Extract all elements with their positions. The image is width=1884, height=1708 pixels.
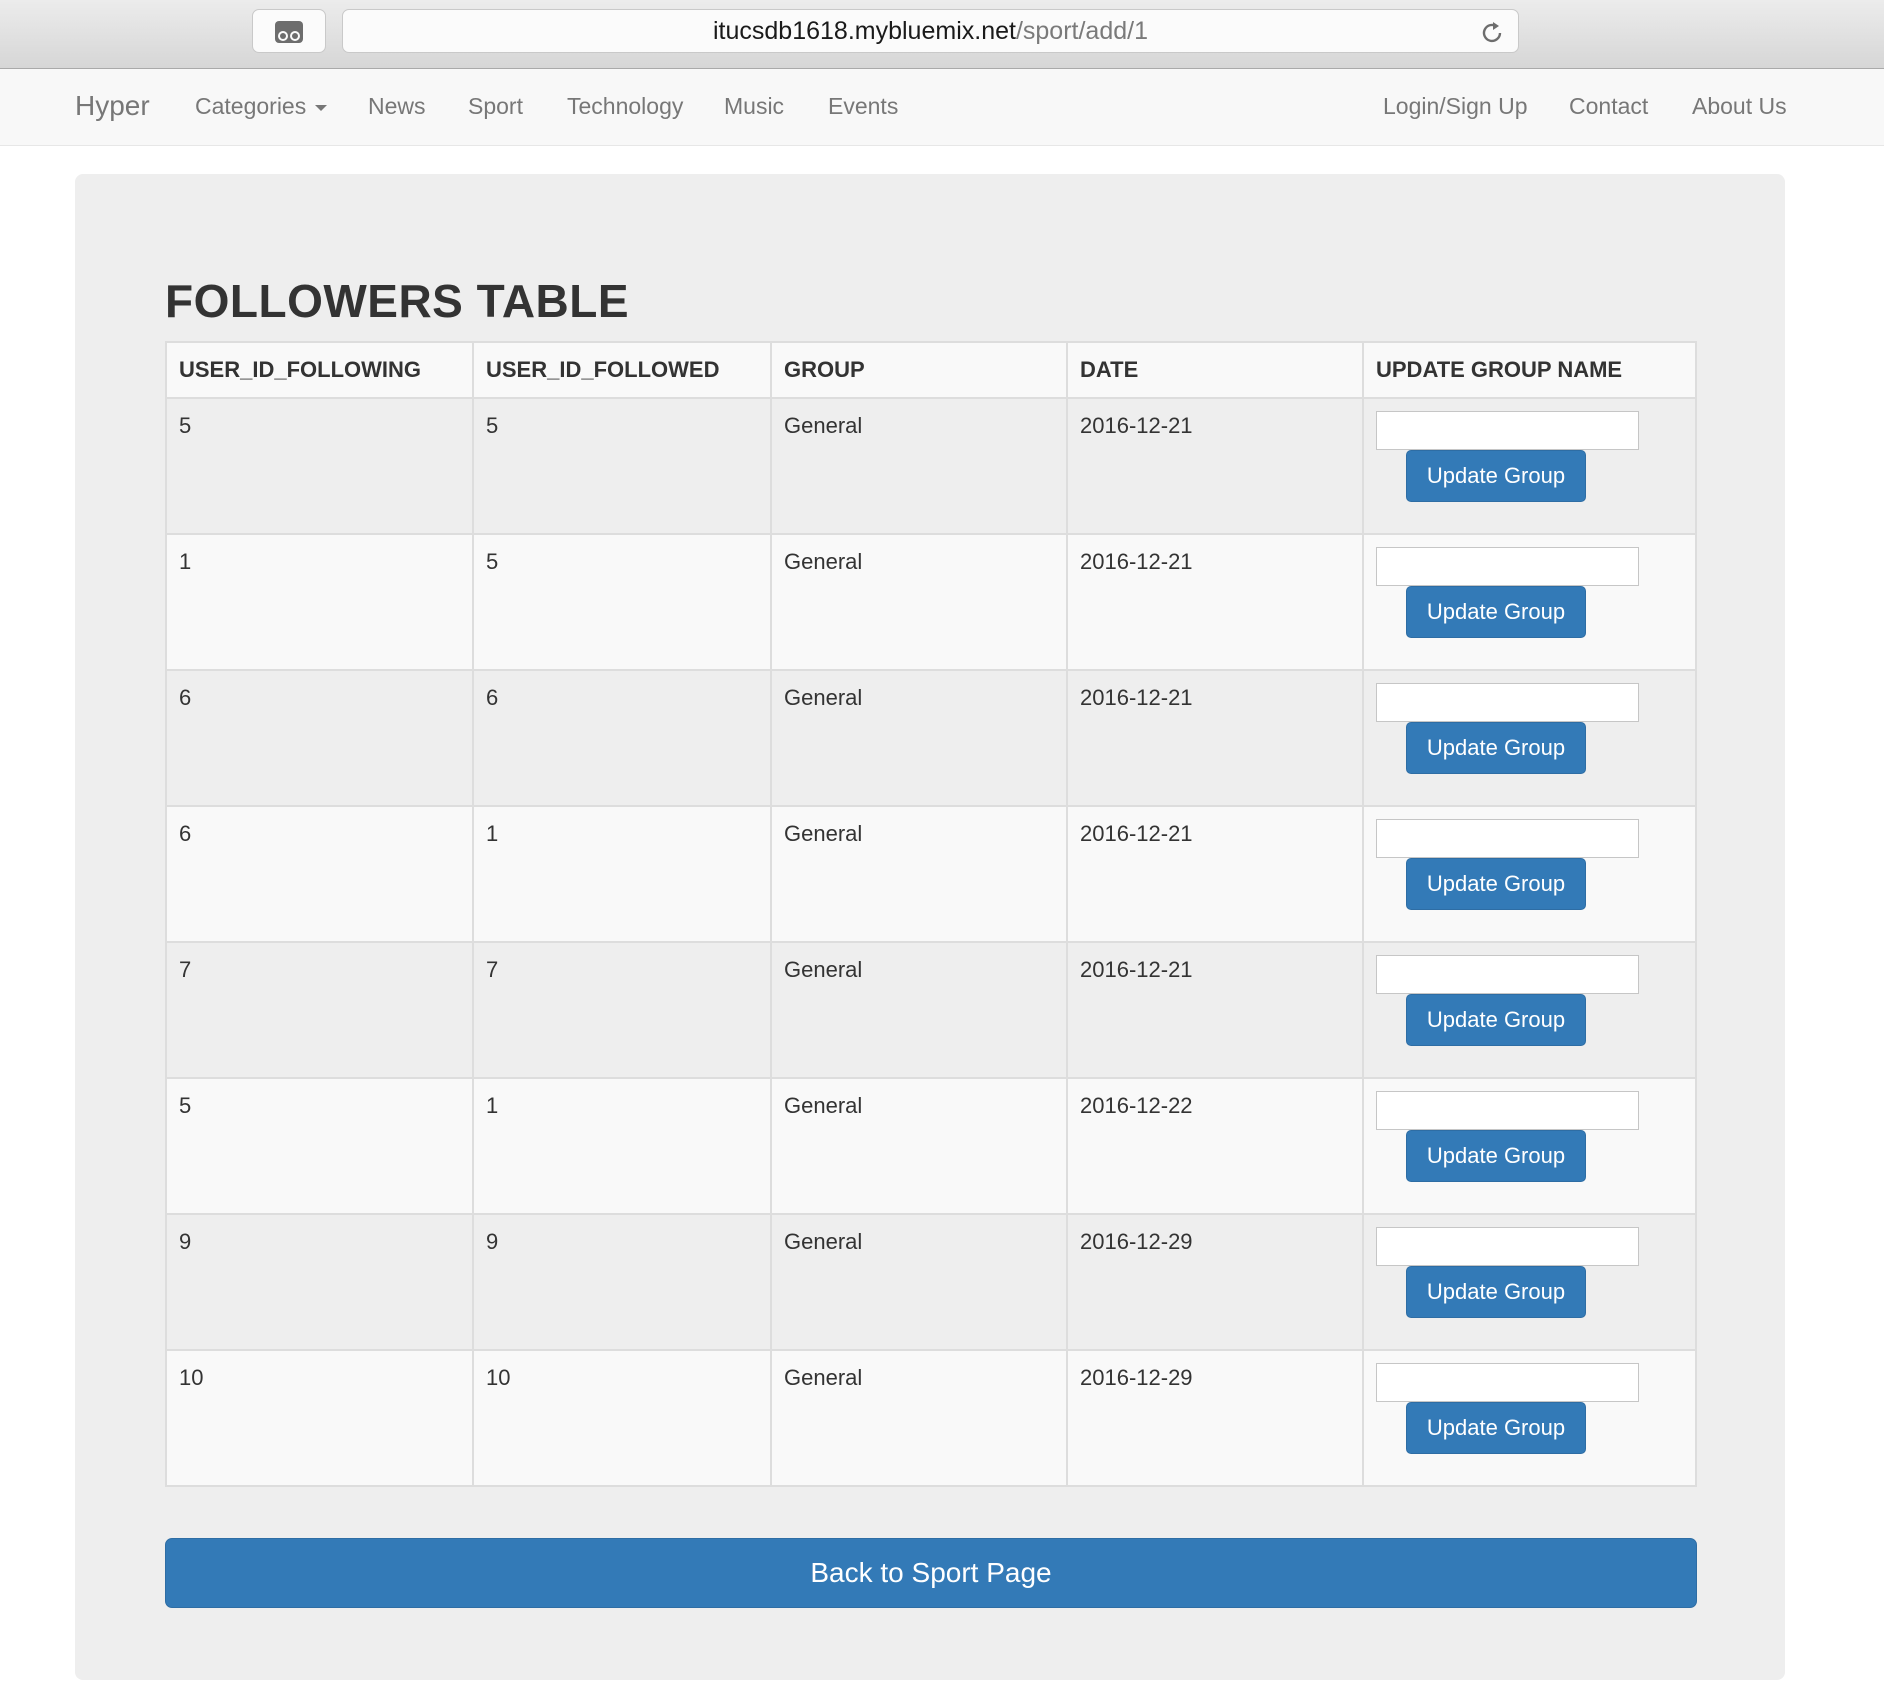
cell-date: 2016-12-21 bbox=[1066, 941, 1364, 1079]
cell-update-group: Update Group bbox=[1362, 941, 1697, 1079]
column-header: DATE bbox=[1066, 341, 1364, 399]
reader-view-button[interactable] bbox=[252, 9, 326, 53]
cell-update-group: Update Group bbox=[1362, 669, 1697, 807]
cell-user-id-followed: 10 bbox=[472, 1349, 772, 1487]
cell-update-group: Update Group bbox=[1362, 1077, 1697, 1215]
cell-date: 2016-12-29 bbox=[1066, 1349, 1364, 1487]
group-name-input[interactable] bbox=[1376, 411, 1639, 450]
nav-events[interactable]: Events bbox=[828, 69, 898, 143]
cell-group: General bbox=[770, 805, 1068, 943]
cell-group: General bbox=[770, 1349, 1068, 1487]
reader-icon bbox=[275, 21, 303, 43]
address-bar[interactable]: itucsdb1618.mybluemix.net/sport/add/1 bbox=[342, 9, 1519, 53]
url-path: /sport/add/1 bbox=[1015, 17, 1148, 45]
nav-login-signup[interactable]: Login/Sign Up bbox=[1383, 69, 1528, 143]
browser-toolbar: itucsdb1618.mybluemix.net/sport/add/1 bbox=[0, 0, 1884, 69]
cell-user-id-followed: 1 bbox=[472, 805, 772, 943]
cell-update-group: Update Group bbox=[1362, 533, 1697, 671]
cell-user-id-following: 5 bbox=[165, 1077, 474, 1215]
cell-user-id-following: 1 bbox=[165, 533, 474, 671]
nav-music[interactable]: Music bbox=[724, 69, 784, 143]
nav-sport[interactable]: Sport bbox=[468, 69, 523, 143]
cell-user-id-following: 5 bbox=[165, 397, 474, 535]
cell-date: 2016-12-29 bbox=[1066, 1213, 1364, 1351]
back-to-sport-page-button[interactable]: Back to Sport Page bbox=[165, 1538, 1697, 1608]
cell-user-id-followed: 6 bbox=[472, 669, 772, 807]
top-navbar: Hyper Categories News Sport Technology M… bbox=[0, 69, 1884, 146]
reload-icon[interactable] bbox=[1480, 19, 1504, 45]
caret-down-icon bbox=[315, 104, 328, 111]
group-name-input[interactable] bbox=[1376, 819, 1639, 858]
cell-user-id-following: 6 bbox=[165, 669, 474, 807]
update-group-button[interactable]: Update Group bbox=[1406, 586, 1586, 638]
cell-user-id-followed: 5 bbox=[472, 397, 772, 535]
update-group-button[interactable]: Update Group bbox=[1406, 858, 1586, 910]
update-group-button[interactable]: Update Group bbox=[1406, 1402, 1586, 1454]
cell-group: General bbox=[770, 1213, 1068, 1351]
nav-news[interactable]: News bbox=[368, 69, 426, 143]
cell-user-id-followed: 1 bbox=[472, 1077, 772, 1215]
update-group-button[interactable]: Update Group bbox=[1406, 722, 1586, 774]
cell-update-group: Update Group bbox=[1362, 397, 1697, 535]
cell-date: 2016-12-22 bbox=[1066, 1077, 1364, 1215]
table-header-row: USER_ID_FOLLOWING USER_ID_FOLLOWED GROUP… bbox=[165, 341, 1697, 399]
table-row: 7 7 General 2016-12-21 Update Group bbox=[165, 941, 1697, 1079]
group-name-input[interactable] bbox=[1376, 1091, 1639, 1130]
group-name-input[interactable] bbox=[1376, 683, 1639, 722]
cell-user-id-followed: 9 bbox=[472, 1213, 772, 1351]
cell-user-id-following: 10 bbox=[165, 1349, 474, 1487]
cell-date: 2016-12-21 bbox=[1066, 397, 1364, 535]
cell-user-id-following: 6 bbox=[165, 805, 474, 943]
cell-group: General bbox=[770, 941, 1068, 1079]
update-group-button[interactable]: Update Group bbox=[1406, 1266, 1586, 1318]
brand-link[interactable]: Hyper bbox=[75, 69, 150, 143]
cell-date: 2016-12-21 bbox=[1066, 805, 1364, 943]
cell-update-group: Update Group bbox=[1362, 805, 1697, 943]
cell-date: 2016-12-21 bbox=[1066, 669, 1364, 807]
table-row: 5 5 General 2016-12-21 Update Group bbox=[165, 397, 1697, 535]
cell-update-group: Update Group bbox=[1362, 1213, 1697, 1351]
url-host: itucsdb1618.mybluemix.net bbox=[713, 17, 1016, 45]
column-header: USER_ID_FOLLOWING bbox=[165, 341, 474, 399]
update-group-button[interactable]: Update Group bbox=[1406, 450, 1586, 502]
table-row: 1 5 General 2016-12-21 Update Group bbox=[165, 533, 1697, 671]
table-row: 10 10 General 2016-12-29 Update Group bbox=[165, 1349, 1697, 1487]
cell-group: General bbox=[770, 397, 1068, 535]
column-header: GROUP bbox=[770, 341, 1068, 399]
main-panel: FOLLOWERS TABLE USER_ID_FOLLOWING USER_I… bbox=[75, 174, 1785, 1680]
cell-user-id-followed: 5 bbox=[472, 533, 772, 671]
table-row: 9 9 General 2016-12-29 Update Group bbox=[165, 1213, 1697, 1351]
nav-categories-dropdown[interactable]: Categories bbox=[195, 69, 328, 143]
column-header: USER_ID_FOLLOWED bbox=[472, 341, 772, 399]
column-header: UPDATE GROUP NAME bbox=[1362, 341, 1697, 399]
group-name-input[interactable] bbox=[1376, 955, 1639, 994]
update-group-button[interactable]: Update Group bbox=[1406, 994, 1586, 1046]
nav-technology[interactable]: Technology bbox=[567, 69, 683, 143]
cell-group: General bbox=[770, 533, 1068, 671]
table-row: 6 1 General 2016-12-21 Update Group bbox=[165, 805, 1697, 943]
cell-date: 2016-12-21 bbox=[1066, 533, 1364, 671]
nav-about-us[interactable]: About Us bbox=[1692, 69, 1787, 143]
cell-user-id-following: 9 bbox=[165, 1213, 474, 1351]
nav-categories-label: Categories bbox=[195, 93, 307, 119]
cell-user-id-followed: 7 bbox=[472, 941, 772, 1079]
cell-group: General bbox=[770, 1077, 1068, 1215]
cell-group: General bbox=[770, 669, 1068, 807]
table-row: 6 6 General 2016-12-21 Update Group bbox=[165, 669, 1697, 807]
update-group-button[interactable]: Update Group bbox=[1406, 1130, 1586, 1182]
followers-table: USER_ID_FOLLOWING USER_ID_FOLLOWED GROUP… bbox=[165, 341, 1697, 1487]
nav-contact[interactable]: Contact bbox=[1569, 69, 1648, 143]
group-name-input[interactable] bbox=[1376, 547, 1639, 586]
cell-update-group: Update Group bbox=[1362, 1349, 1697, 1487]
group-name-input[interactable] bbox=[1376, 1363, 1639, 1402]
cell-user-id-following: 7 bbox=[165, 941, 474, 1079]
page-title: FOLLOWERS TABLE bbox=[165, 275, 630, 327]
table-row: 5 1 General 2016-12-22 Update Group bbox=[165, 1077, 1697, 1215]
group-name-input[interactable] bbox=[1376, 1227, 1639, 1266]
